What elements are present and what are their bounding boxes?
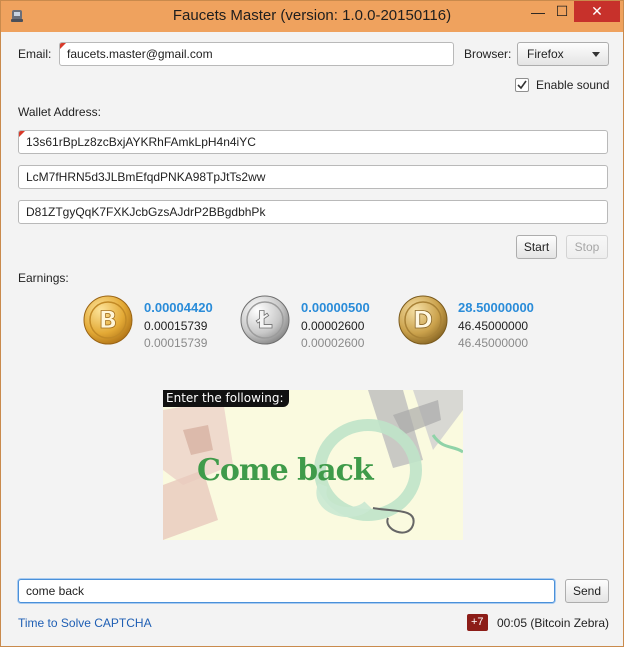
status-badge: +7 [467,614,488,631]
chevron-down-icon [592,52,600,57]
btc-earning-sub: 0.00015739 [144,319,208,333]
dogecoin-icon: D [398,295,448,345]
send-button[interactable]: Send [565,579,609,603]
btc-earning-sub2: 0.00015739 [144,336,208,350]
wallet-field-ltc[interactable]: LcM7fHRN5d3JLBmEfqdPNKA98TpJtTs2ww [18,165,608,189]
captcha-answer-input[interactable]: come back [18,579,555,603]
wallet-field-btc[interactable]: 13s61rBpLz8zcBxjAYKRhFAmkLpH4n4iYC [18,130,608,154]
bitcoin-icon: B [83,295,133,345]
svg-text:Come back: Come back [197,453,375,488]
ltc-earning-main: 0.00000500 [301,300,370,315]
btc-earning-main: 0.00004420 [144,300,213,315]
captcha-background: Come back [163,390,463,540]
status-timer: 00:05 (Bitcoin Zebra) [497,616,610,630]
status-message[interactable]: Time to Solve CAPTCHA [18,616,152,630]
email-label: Email: [18,47,52,61]
captcha-prompt: Enter the following: [163,390,289,407]
minimize-button[interactable]: — [525,1,551,22]
wallet-address-label: Wallet Address: [18,105,101,119]
doge-earning-sub: 46.45000000 [458,319,529,333]
earnings-label: Earnings: [18,271,69,285]
ltc-earning-sub: 0.00002600 [301,319,365,333]
start-button[interactable]: Start [516,235,557,259]
ltc-earning-sub2: 0.00002600 [301,336,365,350]
browser-select[interactable]: Firefox [517,42,609,66]
captcha-image: Come back Enter the following: [163,390,463,540]
svg-text:D: D [413,306,433,334]
app-window: Faucets Master (version: 1.0.0-20150116)… [0,0,624,647]
browser-label: Browser: [464,47,512,61]
doge-earning-sub2: 46.45000000 [458,336,529,350]
wallet-field-doge[interactable]: D81ZTgyQqK7FXKJcbGzsAJdrP2BBgdbhPk [18,200,608,224]
maximize-button[interactable]: ☐ [549,1,575,22]
main-panel: Email: faucets.master@gmail.com Browser:… [6,32,618,642]
close-button[interactable]: ✕ [574,1,620,22]
stop-button[interactable]: Stop [566,235,608,259]
enable-sound-checkbox[interactable] [515,78,529,92]
browser-select-value: Firefox [527,47,564,61]
litecoin-icon: Ł [240,295,290,345]
svg-text:B: B [99,306,117,334]
checkmark-icon [517,80,527,90]
email-field[interactable]: faucets.master@gmail.com [59,42,454,66]
svg-text:Ł: Ł [255,306,272,334]
doge-earning-main: 28.50000000 [458,300,534,315]
enable-sound-label: Enable sound [536,78,610,92]
title-bar: Faucets Master (version: 1.0.0-20150116)… [1,1,623,32]
